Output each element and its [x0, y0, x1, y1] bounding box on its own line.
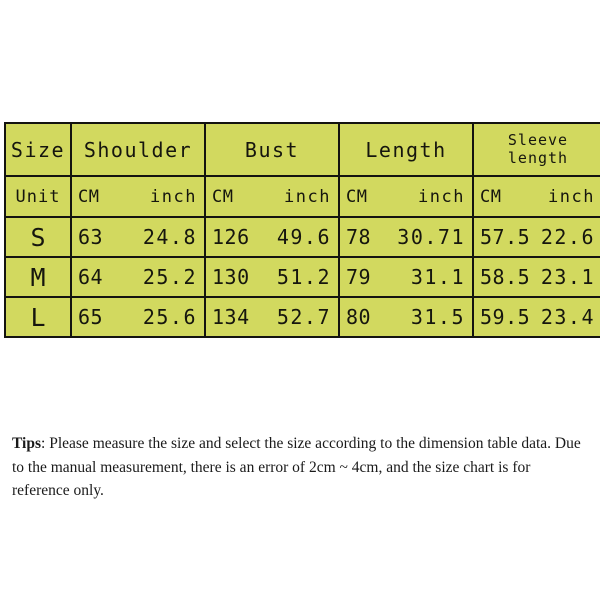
unit-shoulder-cm: CM [78, 186, 100, 207]
tips-label: Tips [12, 435, 42, 452]
header-size-label: Size [4, 122, 72, 177]
unit-row-label: Unit [4, 175, 72, 218]
cell-sleeve: 57.5 22.6 [472, 216, 600, 258]
table-row: L 65 25.6 134 52.7 80 31.5 59.5 23.4 [4, 296, 600, 338]
length-cm-value: 80 [346, 305, 372, 329]
unit-cell-length: CM inch [338, 175, 474, 218]
sleeve-cm-value: 58.5 [480, 265, 531, 289]
length-cm-value: 79 [346, 265, 372, 289]
cell-shoulder: 64 25.2 [70, 256, 206, 298]
shoulder-inch-value: 25.6 [142, 305, 197, 329]
cell-shoulder: 63 24.8 [70, 216, 206, 258]
sleeve-cm-value: 59.5 [480, 305, 531, 329]
unit-cell-shoulder: CM inch [70, 175, 206, 218]
unit-bust-cm: CM [212, 186, 234, 207]
length-inch-value: 31.5 [410, 305, 465, 329]
cell-length: 78 30.71 [338, 216, 474, 258]
shoulder-cm-value: 63 [78, 225, 104, 249]
unit-length-inch: inch [418, 186, 465, 207]
header-group-length: Length [338, 122, 474, 177]
unit-sleeve-inch: inch [548, 186, 595, 207]
header-group-shoulder: Shoulder [70, 122, 206, 177]
cell-bust: 130 51.2 [204, 256, 340, 298]
cell-bust: 126 49.6 [204, 216, 340, 258]
tips-separator: : [41, 435, 50, 452]
table-row: S 63 24.8 126 49.6 78 30.71 57.5 22.6 [4, 216, 600, 258]
sleeve-inch-value: 23.1 [540, 265, 595, 289]
sleeve-inch-value: 22.6 [540, 225, 595, 249]
bust-inch-value: 52.7 [276, 305, 331, 329]
bust-cm-value: 130 [212, 265, 250, 289]
unit-bust-inch: inch [284, 186, 331, 207]
cell-sleeve: 59.5 23.4 [472, 296, 600, 338]
sleeve-cm-value: 57.5 [480, 225, 531, 249]
sleeve-inch-value: 23.4 [540, 305, 595, 329]
cell-length: 80 31.5 [338, 296, 474, 338]
bust-cm-value: 134 [212, 305, 250, 329]
bust-inch-value: 49.6 [276, 225, 331, 249]
table-row: M 64 25.2 130 51.2 79 31.1 58.5 23.1 [4, 256, 600, 298]
length-cm-value: 78 [346, 225, 372, 249]
bust-inch-value: 51.2 [276, 265, 331, 289]
table-header-row: Size Shoulder Bust Length Sleeve length [4, 122, 600, 177]
size-chart-table: Size Shoulder Bust Length Sleeve length … [4, 122, 600, 338]
header-group-sleeve-line1: Sleeve [507, 131, 569, 150]
length-inch-value: 31.1 [410, 265, 465, 289]
cell-sleeve: 58.5 23.1 [472, 256, 600, 298]
table-unit-row: Unit CM inch CM inch CM inch CM inch [4, 175, 600, 218]
length-inch-value: 30.71 [397, 225, 465, 249]
tips-body: Please measure the size and select the s… [12, 435, 581, 500]
header-group-sleeve-line2: length [507, 148, 569, 167]
shoulder-inch-value: 24.8 [142, 225, 197, 249]
row-size-label: L [4, 296, 72, 338]
row-size-label: S [4, 216, 72, 258]
shoulder-cm-value: 65 [78, 305, 104, 329]
unit-cell-sleeve: CM inch [472, 175, 600, 218]
unit-sleeve-cm: CM [480, 186, 502, 207]
tips-note: Tips: Please measure the size and select… [12, 432, 590, 503]
header-group-sleeve-length: Sleeve length [472, 122, 600, 177]
unit-shoulder-inch: inch [150, 186, 197, 207]
bust-cm-value: 126 [212, 225, 250, 249]
header-group-bust: Bust [204, 122, 340, 177]
shoulder-inch-value: 25.2 [142, 265, 197, 289]
cell-length: 79 31.1 [338, 256, 474, 298]
cell-shoulder: 65 25.6 [70, 296, 206, 338]
size-chart-page: Size Shoulder Bust Length Sleeve length … [0, 0, 600, 600]
row-size-label: M [4, 256, 72, 298]
shoulder-cm-value: 64 [78, 265, 104, 289]
cell-bust: 134 52.7 [204, 296, 340, 338]
unit-cell-bust: CM inch [204, 175, 340, 218]
unit-length-cm: CM [346, 186, 368, 207]
